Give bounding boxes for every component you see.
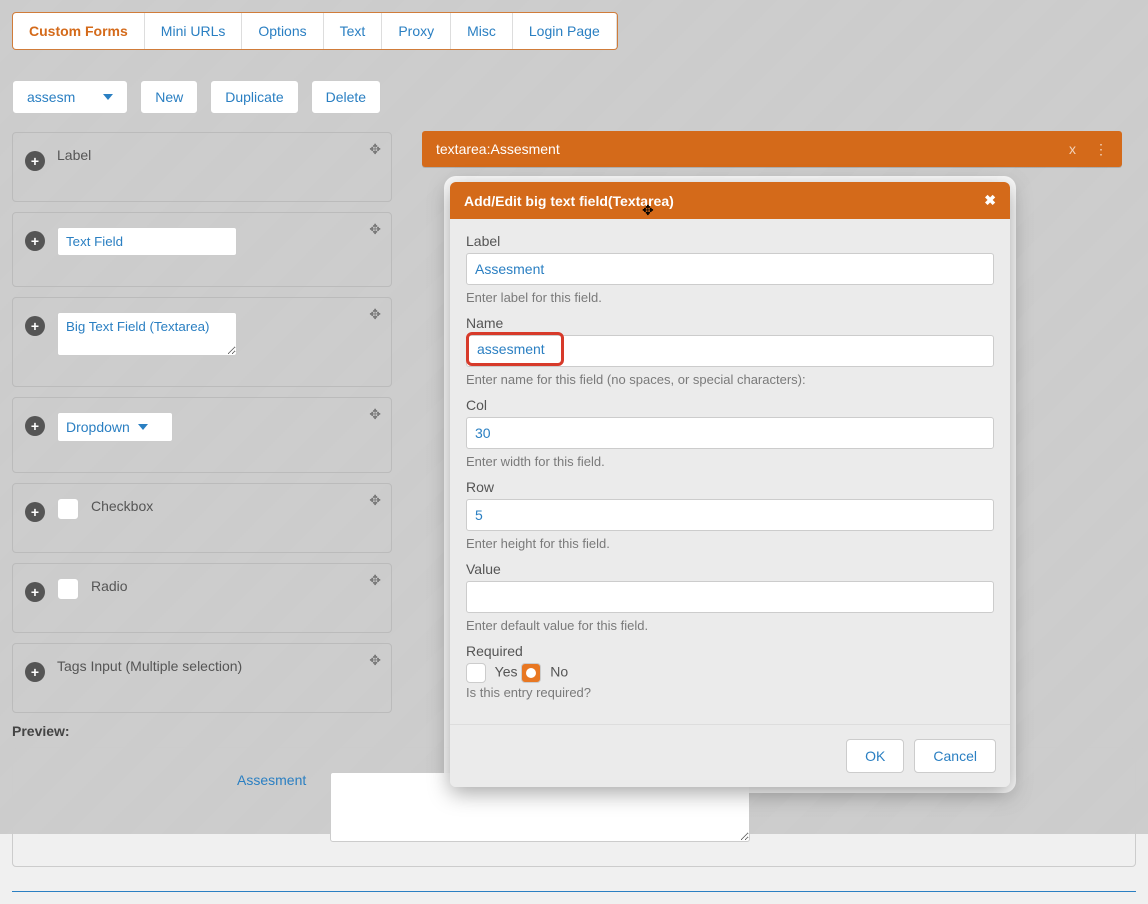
selected-field-bar: textarea:Assesment x ⋮ <box>422 131 1122 167</box>
checkbox-input[interactable] <box>57 498 79 520</box>
tab-options[interactable]: Options <box>242 13 323 49</box>
move-icon[interactable]: ✥ <box>369 306 381 323</box>
add-button[interactable]: + <box>25 151 45 171</box>
textarea-input[interactable] <box>57 312 237 356</box>
required-label: Required <box>466 643 994 659</box>
widget-big-text: ✥ + <box>12 297 392 387</box>
move-icon[interactable]: ✥ <box>369 221 381 238</box>
dropdown-label: Dropdown <box>66 419 130 435</box>
delete-button[interactable]: Delete <box>311 80 381 114</box>
widget-text-field: ✥ + <box>12 212 392 287</box>
move-icon[interactable]: ✥ <box>369 141 381 158</box>
col-label: Col <box>466 397 994 413</box>
widget-label-text: Label <box>57 147 91 163</box>
required-no-label: No <box>550 664 568 680</box>
tags-label: Tags Input (Multiple selection) <box>57 658 242 674</box>
value-hint: Enter default value for this field. <box>466 618 994 633</box>
modal-title: Add/Edit big text field(Textarea) <box>464 193 674 209</box>
text-field-input[interactable] <box>57 227 237 256</box>
add-button[interactable]: + <box>25 502 45 522</box>
add-button[interactable]: + <box>25 231 45 251</box>
move-icon[interactable]: ✥ <box>369 652 381 669</box>
tab-text[interactable]: Text <box>324 13 383 49</box>
name-label: Name <box>466 315 994 331</box>
row-input[interactable] <box>466 499 994 531</box>
dropdown-select[interactable]: Dropdown <box>57 412 173 442</box>
tab-misc[interactable]: Misc <box>451 13 513 49</box>
col-input[interactable] <box>466 417 994 449</box>
radio-input[interactable] <box>57 578 79 600</box>
label-label: Label <box>466 233 994 249</box>
chevron-down-icon <box>103 94 113 100</box>
value-input[interactable] <box>466 581 994 613</box>
tab-custom-forms[interactable]: Custom Forms <box>13 13 145 49</box>
widget-dropdown: ✥ + Dropdown <box>12 397 392 473</box>
name-input[interactable] <box>471 337 559 361</box>
checkbox-label: Checkbox <box>91 498 153 514</box>
preview-field-label: Assesment <box>237 772 306 788</box>
tab-bar: Custom Forms Mini URLs Options Text Prox… <box>12 12 618 50</box>
widget-radio: ✥ + Radio <box>12 563 392 633</box>
tab-mini-urls[interactable]: Mini URLs <box>145 13 243 49</box>
add-button[interactable]: + <box>25 316 45 336</box>
chevron-down-icon <box>138 424 148 430</box>
required-yes-radio[interactable] <box>466 663 486 683</box>
form-select-value: assesm <box>27 89 75 105</box>
form-toolbar: assesm New Duplicate Delete <box>12 80 1136 114</box>
row-label: Row <box>466 479 994 495</box>
widget-tags: ✥ + Tags Input (Multiple selection) <box>12 643 392 713</box>
name-hint: Enter name for this field (no spaces, or… <box>466 372 994 387</box>
widget-label: ✥ + Label <box>12 132 392 202</box>
widget-checkbox: ✥ + Checkbox <box>12 483 392 553</box>
required-hint: Is this entry required? <box>466 685 994 700</box>
radio-label: Radio <box>91 578 128 594</box>
new-button[interactable]: New <box>140 80 198 114</box>
row-hint: Enter height for this field. <box>466 536 994 551</box>
label-hint: Enter label for this field. <box>466 290 994 305</box>
col-hint: Enter width for this field. <box>466 454 994 469</box>
tab-login-page[interactable]: Login Page <box>513 13 617 49</box>
move-icon[interactable]: ✥ <box>369 406 381 423</box>
add-button[interactable]: + <box>25 582 45 602</box>
cancel-button[interactable]: Cancel <box>914 739 996 773</box>
add-button[interactable]: + <box>25 416 45 436</box>
required-yes-label: Yes <box>495 664 518 680</box>
move-icon[interactable]: ✥ <box>369 492 381 509</box>
label-input[interactable] <box>466 253 994 285</box>
value-label: Value <box>466 561 994 577</box>
move-icon[interactable]: ✥ <box>369 572 381 589</box>
close-icon[interactable]: x <box>1069 141 1076 157</box>
divider <box>12 891 1136 892</box>
duplicate-button[interactable]: Duplicate <box>210 80 298 114</box>
close-icon[interactable]: ✖ <box>984 192 996 209</box>
modal-header[interactable]: Add/Edit big text field(Textarea) ✖ <box>450 182 1010 219</box>
tab-proxy[interactable]: Proxy <box>382 13 451 49</box>
selected-field-title: textarea:Assesment <box>436 141 560 157</box>
ok-button[interactable]: OK <box>846 739 904 773</box>
drag-handle-icon[interactable]: ⋮ <box>1094 141 1108 158</box>
required-no-radio[interactable] <box>521 663 541 683</box>
form-select[interactable]: assesm <box>12 80 128 114</box>
add-button[interactable]: + <box>25 662 45 682</box>
edit-textarea-modal: Add/Edit big text field(Textarea) ✖ Labe… <box>450 182 1010 787</box>
